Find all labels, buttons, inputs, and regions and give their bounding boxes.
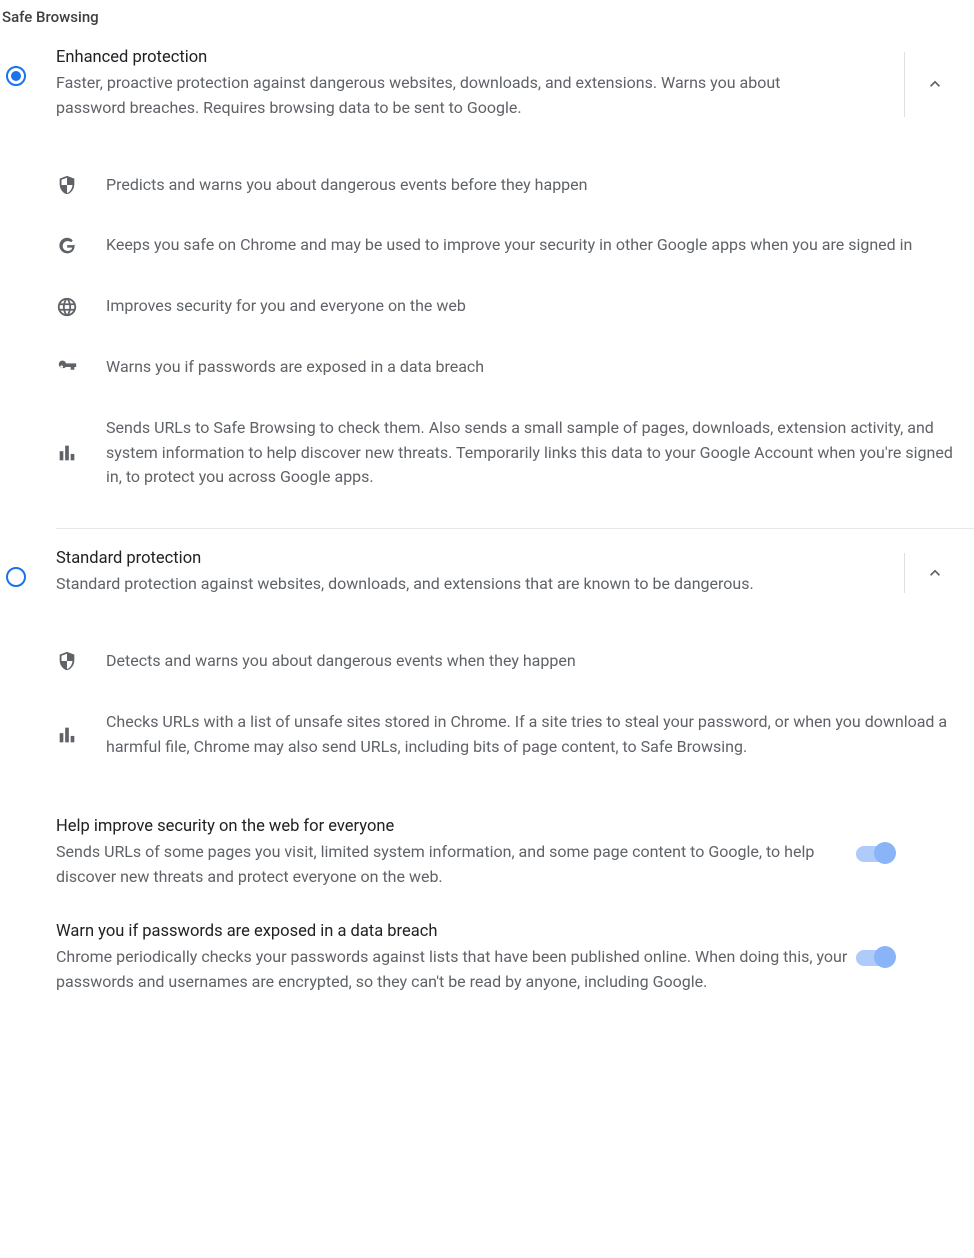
standard-sub-settings: Help improve security on the web for eve… bbox=[0, 777, 974, 1010]
enhanced-detail-text: Predicts and warns you about dangerous e… bbox=[106, 173, 964, 198]
chevron-up-icon[interactable] bbox=[925, 563, 945, 583]
option-standard-desc: Standard protection against websites, do… bbox=[56, 572, 836, 597]
option-enhanced-desc: Faster, proactive protection against dan… bbox=[56, 71, 836, 121]
radio-standard[interactable] bbox=[6, 567, 26, 587]
toggle-warn-passwords[interactable] bbox=[856, 950, 894, 966]
sub-warn-passwords: Warn you if passwords are exposed in a d… bbox=[56, 906, 974, 1011]
option-standard-header[interactable]: Standard protection Standard protection … bbox=[56, 545, 964, 607]
standard-detail-text: Checks URLs with a list of unsafe sites … bbox=[106, 710, 964, 760]
option-enhanced-header[interactable]: Enhanced protection Faster, proactive pr… bbox=[56, 44, 964, 131]
chevron-up-icon[interactable] bbox=[925, 74, 945, 94]
option-enhanced: Enhanced protection Faster, proactive pr… bbox=[0, 44, 974, 508]
enhanced-detail-text: Improves security for you and everyone o… bbox=[106, 294, 964, 319]
enhanced-detail-row: Sends URLs to Safe Browsing to check the… bbox=[56, 398, 964, 508]
standard-detail-row: Detects and warns you about dangerous ev… bbox=[56, 631, 964, 692]
option-standard-title: Standard protection bbox=[56, 549, 904, 568]
sub-warn-passwords-desc: Chrome periodically checks your password… bbox=[56, 945, 856, 995]
enhanced-detail-text: Sends URLs to Safe Browsing to check the… bbox=[106, 416, 964, 490]
divider bbox=[56, 528, 974, 529]
toggle-help-improve[interactable] bbox=[856, 846, 894, 862]
shield-icon bbox=[56, 650, 78, 672]
enhanced-detail-row: Improves security for you and everyone o… bbox=[56, 276, 964, 337]
sub-warn-passwords-title: Warn you if passwords are exposed in a d… bbox=[56, 922, 856, 941]
option-standard: Standard protection Standard protection … bbox=[0, 545, 974, 777]
google-icon bbox=[56, 235, 78, 257]
radio-enhanced[interactable] bbox=[6, 66, 26, 86]
standard-detail-row: Checks URLs with a list of unsafe sites … bbox=[56, 692, 964, 778]
sub-help-improve-desc: Sends URLs of some pages you visit, limi… bbox=[56, 840, 856, 890]
sub-help-improve: Help improve security on the web for eve… bbox=[56, 801, 974, 906]
option-enhanced-title: Enhanced protection bbox=[56, 48, 904, 67]
section-title: Safe Browsing bbox=[0, 0, 974, 44]
sub-help-improve-title: Help improve security on the web for eve… bbox=[56, 817, 856, 836]
enhanced-detail-row: Predicts and warns you about dangerous e… bbox=[56, 155, 964, 216]
enhanced-detail-row: Keeps you safe on Chrome and may be used… bbox=[56, 215, 964, 276]
standard-detail-text: Detects and warns you about dangerous ev… bbox=[106, 649, 964, 674]
enhanced-detail-row: Warns you if passwords are exposed in a … bbox=[56, 337, 964, 398]
shield-icon bbox=[56, 174, 78, 196]
bars-icon bbox=[56, 442, 78, 464]
enhanced-detail-text: Warns you if passwords are exposed in a … bbox=[106, 355, 964, 380]
enhanced-detail-text: Keeps you safe on Chrome and may be used… bbox=[106, 233, 964, 258]
globe-icon bbox=[56, 296, 78, 318]
bars-icon bbox=[56, 724, 78, 746]
key-icon bbox=[56, 356, 78, 378]
